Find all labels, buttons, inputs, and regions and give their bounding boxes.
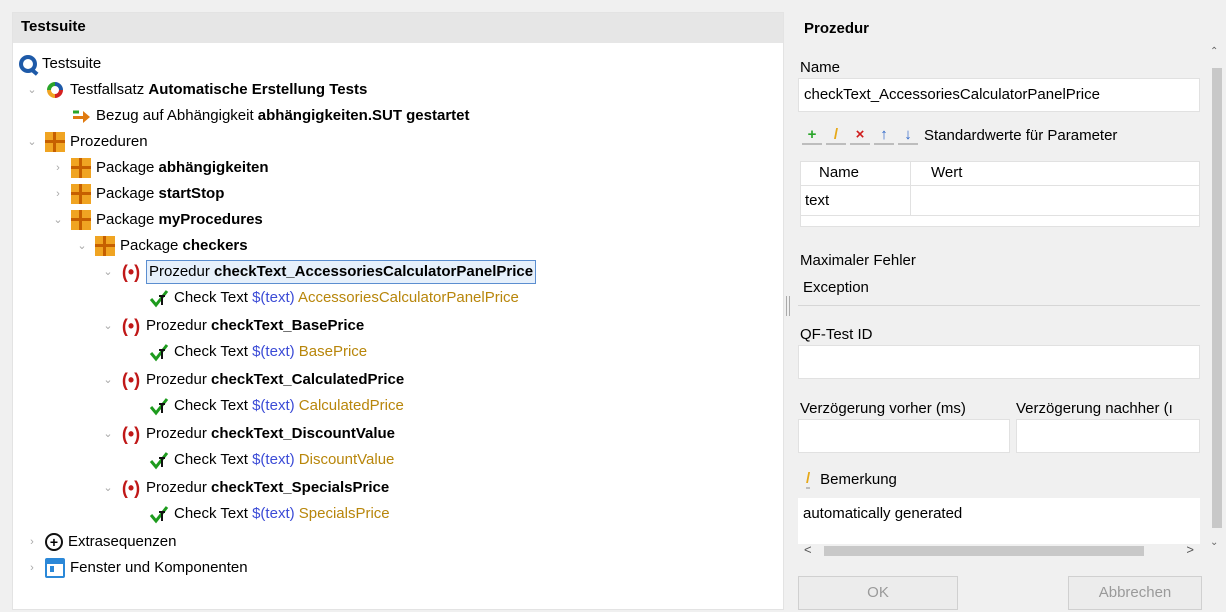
tree-node-dependency-reference[interactable]: Bezug auf Abhängigkeit abhängigkeiten.SU… [71,103,470,129]
chevron-down-icon[interactable]: ⌄ [101,421,115,447]
chevron-down-icon[interactable]: ⌄ [101,367,115,393]
name-field[interactable]: checkText_AccessoriesCalculatorPanelPric… [798,78,1200,112]
tree-panel-header: Testsuite [13,13,783,43]
tree-panel: Testsuite Testsuite ⌄ Testfallsatz Autom… [12,12,784,610]
scrollbar-thumb[interactable] [824,546,1144,556]
scroll-right-icon[interactable]: > [1186,542,1194,557]
comment-label: Bemerkung [820,471,897,488]
scroll-left-icon[interactable]: < [804,542,812,557]
tree-node-package-checkers[interactable]: ⌄ Package checkers [75,233,248,259]
window-icon [45,558,65,578]
check-text-icon [149,450,169,470]
tree-node-procedure-specialsprice[interactable]: ⌄ (•) Prozedur checkText_SpecialsPrice [101,475,389,501]
delay-before-label: Verzögerung vorher (ms) [800,400,966,417]
move-down-icon[interactable]: ↓ [898,125,918,145]
procedure-icon: (•) [121,262,141,282]
package-icon [95,236,115,256]
param-name-cell[interactable]: text [801,186,911,215]
scroll-up-icon[interactable]: ⌃ [1210,46,1218,57]
tree-node-check-text-calculatedprice[interactable]: Check Text $(text) CalculatedPrice [149,393,404,419]
name-label: Name [800,59,841,76]
package-icon [71,158,91,178]
move-up-icon[interactable]: ↑ [874,125,894,145]
max-error-select[interactable]: Exception [798,272,1200,306]
edit-row-icon[interactable]: / [826,125,846,145]
tree-node-procedure-discountvalue[interactable]: ⌄ (•) Prozedur checkText_DiscountValue [101,421,395,447]
delay-after-label: Verzögerung nachher (ı [1016,400,1173,417]
chevron-right-icon[interactable]: › [51,155,65,181]
tree-node-package-abhaengigkeiten[interactable]: › Package abhängigkeiten [51,155,269,181]
ok-button[interactable]: OK [798,576,958,610]
tree-node-check-text-specialsprice[interactable]: Check Text $(text) SpecialsPrice [149,501,390,527]
defaults-label: Standardwerte für Parameter [924,126,1118,144]
vertical-scrollbar[interactable]: ⌃ ⌄ [1208,40,1226,550]
scrollbar-thumb[interactable] [1212,68,1222,528]
delete-row-icon[interactable]: × [850,125,870,145]
tree-node-procedures[interactable]: ⌄ Prozeduren [25,129,148,155]
chevron-down-icon[interactable]: ⌄ [101,259,115,285]
delay-after-field[interactable] [1016,419,1200,453]
horizontal-scrollbar[interactable]: < > [800,542,1200,560]
procedure-icon: (•) [121,316,141,336]
tree-node-check-text-discountvalue[interactable]: Check Text $(text) DiscountValue [149,447,394,473]
detail-panel: Prozedur Name checkText_AccessoriesCalcu… [788,12,1226,612]
qf-testsuite-icon [19,55,37,73]
chevron-down-icon[interactable]: ⌄ [25,129,39,155]
check-text-icon [149,342,169,362]
add-row-icon[interactable]: + [802,125,822,145]
tree-node-testsuite[interactable]: Testsuite [19,51,101,77]
comment-label-row: / Bemerkung [806,470,897,489]
column-header-value[interactable]: Wert [911,162,966,185]
edit-comment-icon[interactable]: / [806,470,811,489]
parameter-table: Name Wert text [800,161,1200,227]
scroll-down-icon[interactable]: ⌄ [1210,537,1218,548]
comment-textarea[interactable]: automatically generated [798,498,1200,544]
testset-icon [45,80,65,100]
tree-node-procedure-accessories[interactable]: ⌄ (•) Prozedur checkText_AccessoriesCalc… [101,259,537,285]
param-toolbar: + / × ↑ ↓ Standardwerte für Parameter [802,125,1117,145]
tree-node-procedure-baseprice[interactable]: ⌄ (•) Prozedur checkText_BasePrice [101,313,364,339]
chevron-down-icon[interactable]: ⌄ [101,475,115,501]
chevron-down-icon[interactable]: ⌄ [51,207,65,233]
check-text-icon [149,504,169,524]
column-header-name[interactable]: Name [801,162,911,185]
tree-node-testset[interactable]: ⌄ Testfallsatz Automatische Erstellung T… [25,77,367,103]
package-icon [45,132,65,152]
extras-plus-icon: + [45,533,63,551]
chevron-right-icon[interactable]: › [51,181,65,207]
tree-node-check-text-baseprice[interactable]: Check Text $(text) BasePrice [149,339,367,365]
check-text-icon [149,288,169,308]
max-error-label: Maximaler Fehler [800,252,916,269]
tree-node-package-myprocedures[interactable]: ⌄ Package myProcedures [51,207,263,233]
cancel-button[interactable]: Abbrechen [1068,576,1202,610]
package-icon [71,184,91,204]
tree-node-procedure-calculatedprice[interactable]: ⌄ (•) Prozedur checkText_CalculatedPrice [101,367,404,393]
chevron-right-icon[interactable]: › [25,529,39,555]
procedure-icon: (•) [121,370,141,390]
chevron-right-icon[interactable]: › [25,555,39,581]
procedure-icon: (•) [121,424,141,444]
chevron-down-icon[interactable]: ⌄ [101,313,115,339]
procedure-icon: (•) [121,478,141,498]
tree-node-package-startstop[interactable]: › Package startStop [51,181,224,207]
package-icon [71,210,91,230]
detail-title: Prozedur [804,20,870,37]
tree-node-check-text-accessories[interactable]: Check Text $(text) AccessoriesCalculator… [149,285,519,311]
qftest-id-label: QF-Test ID [800,326,873,343]
table-header: Name Wert [801,162,1199,186]
table-row[interactable]: text [801,186,1199,216]
chevron-down-icon[interactable]: ⌄ [25,77,39,103]
param-value-cell[interactable] [911,186,919,215]
qftest-id-field[interactable] [798,345,1200,379]
dependency-reference-icon [71,106,91,126]
delay-before-field[interactable] [798,419,1010,453]
tree-node-windows-components[interactable]: › Fenster und Komponenten [25,555,248,581]
check-text-icon [149,396,169,416]
tree-node-extrasequenzen[interactable]: › + Extrasequenzen [25,529,176,555]
chevron-down-icon[interactable]: ⌄ [75,233,89,259]
